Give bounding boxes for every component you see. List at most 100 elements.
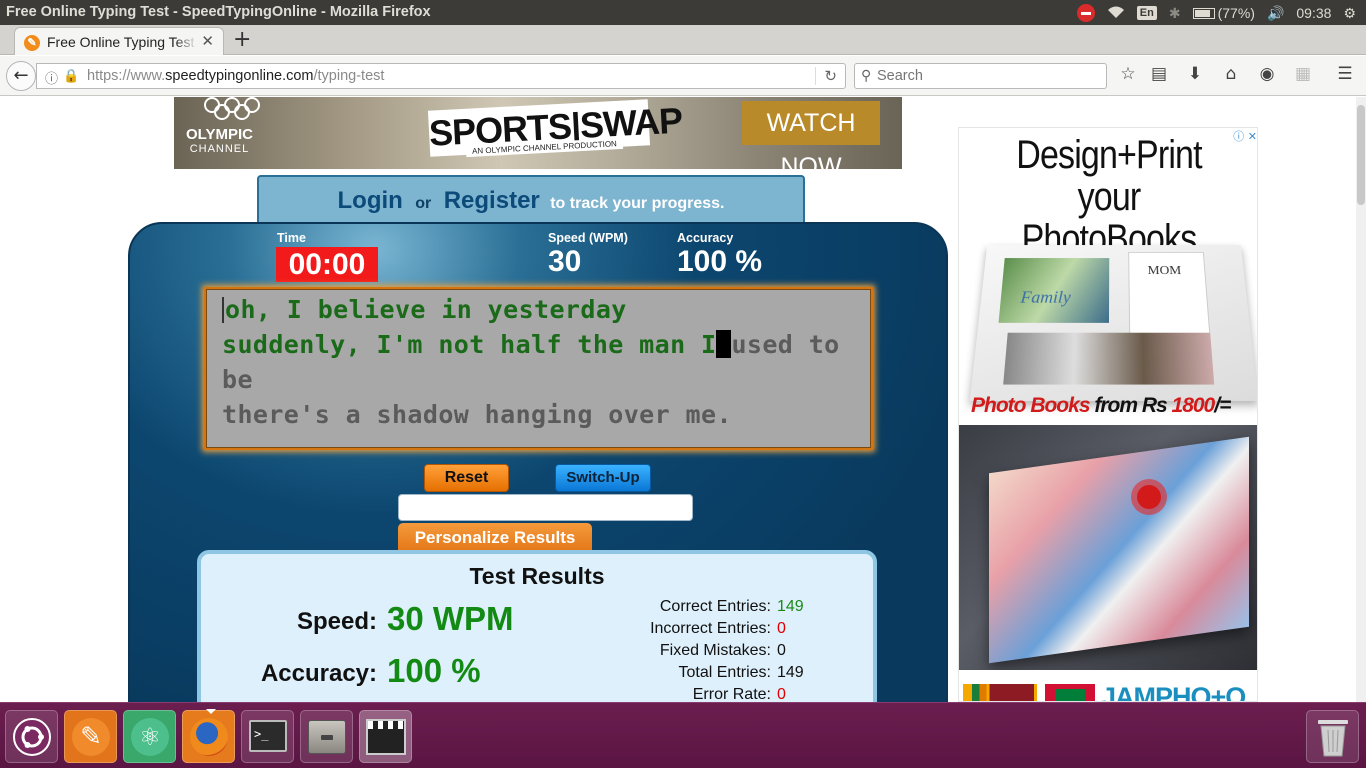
entry-row-fixed: Fixed Mistakes: 0 xyxy=(561,642,786,660)
bluetooth-icon[interactable]: ✱ xyxy=(1169,5,1181,22)
scrollbar-thumb[interactable] xyxy=(1357,105,1365,205)
entry-row-incorrect: Incorrect Entries: 0 xyxy=(561,620,786,638)
url-bar[interactable]: ⓘ 🔒 https://www.speedtypingonline.com/ty… xyxy=(36,63,846,89)
lock-warning-icon[interactable]: 🔒 xyxy=(63,68,79,84)
text-line-3: be xyxy=(222,365,253,394)
side-ad-brand: JAMPHO+O xyxy=(1101,682,1246,702)
bookmark-star-icon[interactable]: ☆ xyxy=(1117,64,1139,84)
search-icon: ⚲ xyxy=(861,67,872,83)
home-icon[interactable]: ⌂ xyxy=(1220,64,1242,84)
tab-strip: ✎ Free Online Typing Test - SpeedTypingO… xyxy=(0,25,1366,55)
result-speed-label: Speed: xyxy=(296,608,377,635)
maldives-flag-icon xyxy=(1045,684,1095,701)
time-label: Time xyxy=(277,231,306,245)
side-ad-footer: JAMPHO+O xyxy=(959,676,1257,702)
typed-text-line-1: oh, I believe in yesterday xyxy=(225,295,627,324)
entry-value-incorrect: 0 xyxy=(777,620,786,637)
tab-title: Free Online Typing Test - SpeedTypingOnl… xyxy=(47,34,197,50)
result-speed-value: 30 WPM xyxy=(387,600,514,637)
files-icon[interactable] xyxy=(300,710,353,774)
clock[interactable]: 09:38 xyxy=(1296,5,1331,21)
side-ad-offer: Photo Books from Rs 1800/= xyxy=(971,394,1231,417)
info-icon[interactable]: ⓘ xyxy=(45,68,58,87)
test-results-panel: Test Results Speed: 30 WPM Accuracy: 100… xyxy=(197,550,877,702)
text-line-2: suddenly, I'm not half the man I used to xyxy=(222,327,855,362)
dock-launcher: ✎ ⚛ >_ xyxy=(0,702,1366,774)
track-progress-text: to track your progress. xyxy=(550,195,725,212)
system-tray: En ✱ (77%) 🔊 09:38 ⚙ xyxy=(1076,4,1356,22)
gear-icon[interactable]: ⚙ xyxy=(1343,5,1356,22)
battery-indicator[interactable]: (77%) xyxy=(1192,5,1255,21)
firefox-icon[interactable] xyxy=(182,709,235,774)
extension-icon[interactable]: ▦ xyxy=(1292,64,1314,84)
accuracy-label: Accuracy xyxy=(677,231,734,245)
typing-input[interactable] xyxy=(398,494,693,521)
new-tab-button[interactable]: + xyxy=(233,27,251,52)
wifi-icon[interactable] xyxy=(1107,5,1125,22)
site-favicon-icon: ✎ xyxy=(24,35,40,51)
accuracy-value: 100 % xyxy=(677,245,763,278)
ubuntu-dash-icon[interactable] xyxy=(5,710,58,763)
sri-lanka-flag-icon xyxy=(963,684,1037,701)
download-icon[interactable]: ⬇ xyxy=(1184,64,1206,84)
notification-block-icon[interactable] xyxy=(1076,4,1095,22)
page-scrollbar[interactable] xyxy=(1356,97,1366,702)
switch-up-button[interactable]: Switch-Up xyxy=(555,464,651,492)
open-photobook-image xyxy=(959,425,1257,670)
result-accuracy-label: Accuracy: xyxy=(260,660,377,687)
video-editor-icon[interactable] xyxy=(359,710,412,774)
login-link[interactable]: Login xyxy=(338,187,403,214)
browser-tab[interactable]: ✎ Free Online Typing Test - SpeedTypingO… xyxy=(14,27,224,55)
close-tab-icon[interactable]: ✕ xyxy=(201,32,214,50)
book-mom-text: MOM xyxy=(1147,264,1182,278)
entry-value-fixed: 0 xyxy=(777,642,786,659)
trash-icon[interactable] xyxy=(1306,710,1359,763)
battery-percent: (77%) xyxy=(1217,5,1255,21)
typed-text-line-2: suddenly, I'm not half the man I xyxy=(222,330,717,359)
entry-row-error-rate: Error Rate: 0 xyxy=(561,686,786,702)
flower-shape xyxy=(1137,485,1161,509)
photobook-image: Family MOM xyxy=(969,245,1257,401)
reset-button[interactable]: Reset xyxy=(424,464,509,492)
window-title: Free Online Typing Test - SpeedTypingOnl… xyxy=(6,4,431,20)
entry-value-error-rate: 0 xyxy=(777,686,786,702)
text-line-1: oh, I believe in yesterday xyxy=(222,292,855,327)
entry-value-correct: 149 xyxy=(777,598,804,615)
olympic-channel-logo: OLYMPIC CHANNEL xyxy=(186,126,253,155)
search-input[interactable] xyxy=(877,66,1097,86)
or-text: or xyxy=(415,195,432,212)
volume-icon[interactable]: 🔊 xyxy=(1267,5,1284,22)
entry-value-total: 149 xyxy=(777,664,804,681)
url-text: https://www.speedtypingonline.com/typing… xyxy=(87,68,385,84)
entry-row-total: Total Entries: 149 xyxy=(561,664,804,682)
side-ad[interactable]: ⓘ ✕ Design+Print yourPhotoBooks easily F… xyxy=(958,127,1258,702)
speed-label: Speed (WPM) xyxy=(548,231,628,245)
result-accuracy-value: 100 % xyxy=(387,652,481,689)
menu-icon[interactable]: ☰ xyxy=(1334,64,1356,84)
book-family-text: Family xyxy=(1019,287,1072,307)
navigation-toolbar: ← ⓘ 🔒 https://www.speedtypingonline.com/… xyxy=(0,56,1366,96)
pending-text-line-2: used to xyxy=(731,330,840,359)
entry-row-correct: Correct Entries: 149 xyxy=(561,598,804,616)
pocket-icon[interactable]: ◉ xyxy=(1256,64,1278,84)
login-bar: Login or Register to track your progress… xyxy=(257,175,805,227)
scratchpad-icon[interactable]: ✎ xyxy=(64,710,117,763)
battery-icon xyxy=(1192,7,1215,19)
atom-icon[interactable]: ⚛ xyxy=(123,710,176,763)
reading-list-icon[interactable]: ▤ xyxy=(1148,64,1170,84)
os-top-bar: Free Online Typing Test - SpeedTypingOnl… xyxy=(0,0,1366,25)
banner-ad[interactable]: OLYMPIC CHANNEL SPORTS|SWAP AN OLYMPIC CH… xyxy=(174,97,902,169)
register-link[interactable]: Register xyxy=(444,187,540,214)
reload-icon[interactable]: ↻ xyxy=(815,67,837,85)
text-line-4: there's a shadow hanging over me. xyxy=(222,400,732,429)
olympic-rings-icon xyxy=(204,97,260,120)
timer-display: 00:00 xyxy=(276,247,378,282)
watch-now-button[interactable]: WATCH NOW xyxy=(742,101,880,169)
cursor-block xyxy=(716,330,732,358)
back-button[interactable]: ← xyxy=(6,61,36,91)
search-bar[interactable]: ⚲ xyxy=(854,63,1107,89)
terminal-icon[interactable]: >_ xyxy=(241,710,294,763)
typing-text-box[interactable]: oh, I believe in yesterday suddenly, I'm… xyxy=(204,287,873,450)
results-title: Test Results xyxy=(469,563,605,589)
keyboard-layout-indicator[interactable]: En xyxy=(1136,6,1157,20)
